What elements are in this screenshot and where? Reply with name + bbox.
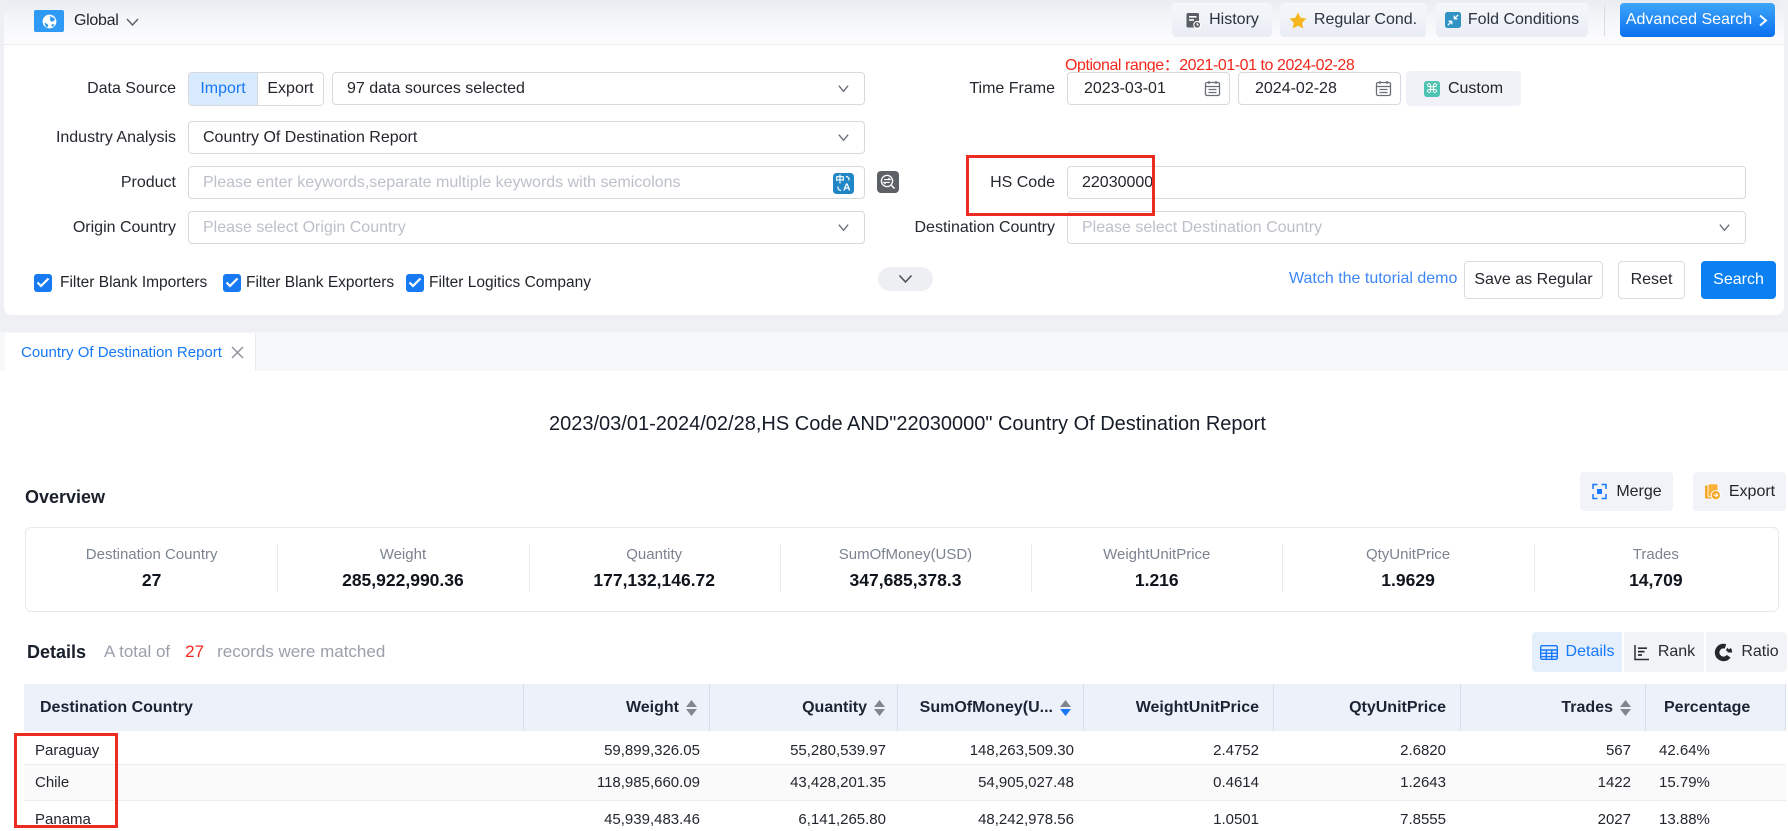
svg-text:A: A [843,182,851,194]
